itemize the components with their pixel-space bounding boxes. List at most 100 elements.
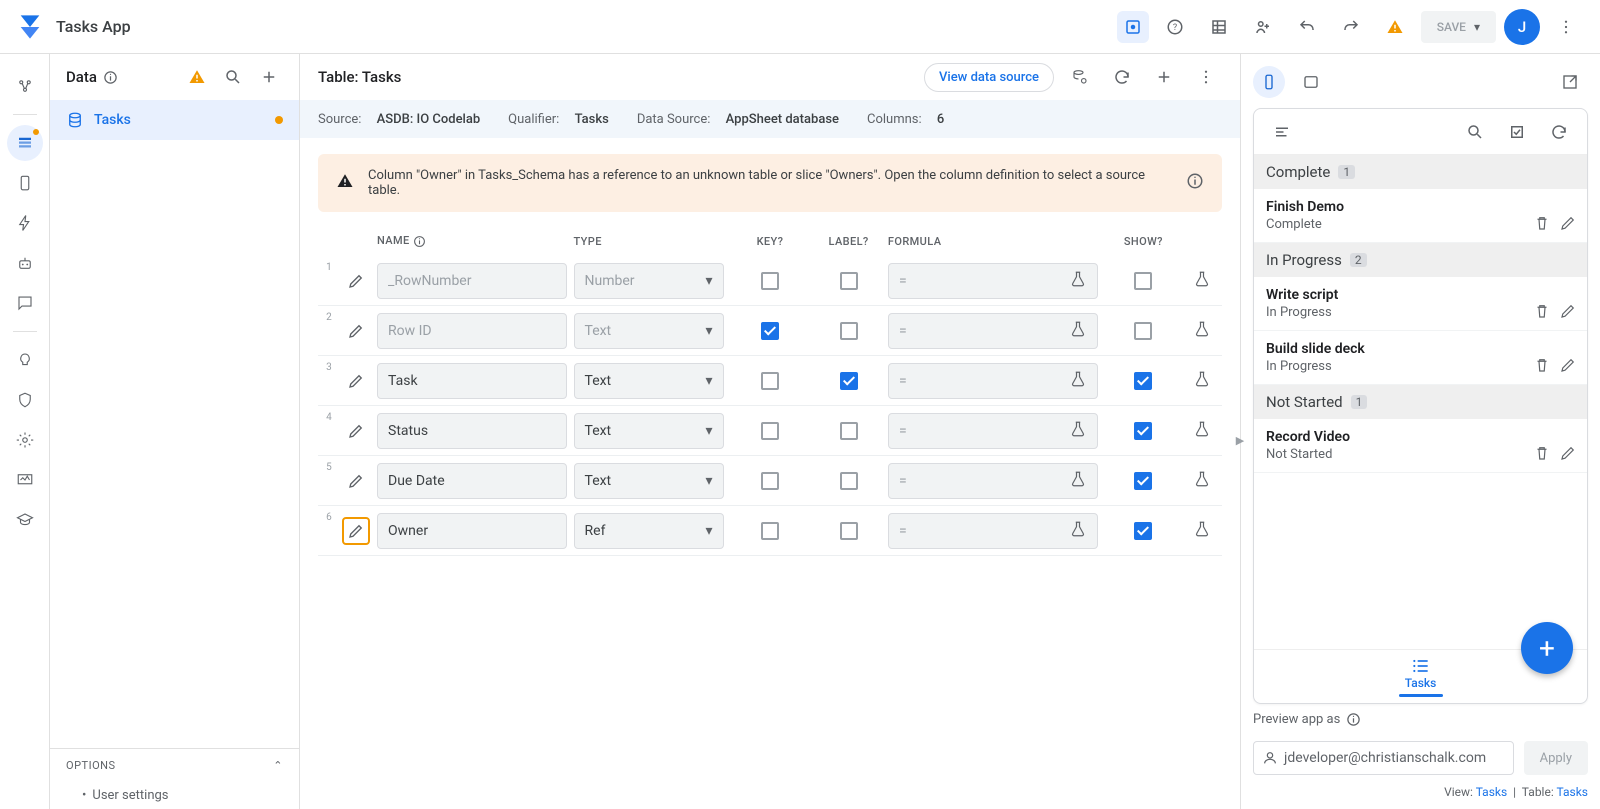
edit-icon[interactable] (1559, 302, 1577, 324)
avatar[interactable]: J (1504, 9, 1540, 45)
security-nav-icon[interactable] (7, 382, 43, 418)
warning-icon[interactable] (1377, 9, 1413, 45)
chat-nav-icon[interactable] (7, 285, 43, 321)
beaker-icon[interactable] (1193, 370, 1211, 392)
preview-email-input[interactable]: jdeveloper@christianschalk.com (1253, 741, 1514, 775)
edit-column-button[interactable] (342, 267, 370, 295)
data-warning-icon[interactable] (183, 63, 211, 91)
column-name-field[interactable]: Owner (377, 513, 567, 549)
add-column-icon[interactable] (1148, 61, 1180, 93)
key-checkbox[interactable] (761, 472, 779, 490)
show-checkbox[interactable] (1134, 372, 1152, 390)
fab-add-button[interactable]: + (1521, 622, 1573, 674)
column-type-select[interactable]: Text▾ (574, 463, 724, 499)
open-preview-icon[interactable] (1552, 64, 1588, 100)
key-checkbox[interactable] (761, 422, 779, 440)
column-name-field[interactable]: Row ID (377, 313, 567, 349)
info-icon[interactable] (1186, 172, 1204, 194)
hamburger-icon[interactable] (1266, 116, 1298, 148)
connections-icon[interactable] (7, 68, 43, 104)
beaker-icon[interactable] (1193, 520, 1211, 542)
expand-preview-icon[interactable]: ▶ (1231, 432, 1249, 450)
learn-nav-icon[interactable] (7, 502, 43, 538)
apply-button[interactable]: Apply (1524, 741, 1588, 775)
column-type-select[interactable]: Number▾ (574, 263, 724, 299)
view-data-source-button[interactable]: View data source (924, 63, 1054, 92)
formula-field[interactable]: = (888, 263, 1098, 299)
show-checkbox[interactable] (1134, 322, 1152, 340)
actions-nav-icon[interactable] (7, 205, 43, 241)
help-icon[interactable]: ? (1157, 9, 1193, 45)
select-all-icon[interactable] (1501, 116, 1533, 148)
add-table-icon[interactable] (255, 63, 283, 91)
configure-source-icon[interactable] (1064, 61, 1096, 93)
column-name-field[interactable]: Due Date (377, 463, 567, 499)
data-nav-icon[interactable] (7, 125, 43, 161)
key-checkbox[interactable] (761, 322, 779, 340)
more-vert-icon[interactable] (1548, 9, 1584, 45)
task-item[interactable]: Record VideoNot Started (1254, 419, 1587, 473)
delete-icon[interactable] (1533, 302, 1551, 324)
regenerate-icon[interactable] (1106, 61, 1138, 93)
label-checkbox[interactable] (840, 372, 858, 390)
automation-nav-icon[interactable] (7, 245, 43, 281)
edit-column-button[interactable] (342, 467, 370, 495)
column-type-select[interactable]: Text▾ (574, 363, 724, 399)
beaker-icon[interactable] (1193, 470, 1211, 492)
redo-icon[interactable] (1333, 9, 1369, 45)
label-checkbox[interactable] (840, 522, 858, 540)
show-checkbox[interactable] (1134, 422, 1152, 440)
column-type-select[interactable]: Text▾ (574, 413, 724, 449)
column-name-field[interactable]: Task (377, 363, 567, 399)
formula-field[interactable]: = (888, 363, 1098, 399)
column-type-select[interactable]: Ref▾ (574, 513, 724, 549)
column-name-field[interactable]: Status (377, 413, 567, 449)
tablet-preview-icon[interactable] (1293, 64, 1329, 100)
edit-icon[interactable] (1559, 444, 1577, 466)
formula-field[interactable]: = (888, 313, 1098, 349)
bottom-tab-label[interactable]: Tasks (1405, 676, 1437, 690)
more-icon[interactable] (1190, 61, 1222, 93)
monitor-nav-icon[interactable] (7, 462, 43, 498)
footer-view-link[interactable]: Tasks (1476, 785, 1508, 799)
user-settings-row[interactable]: • User settings (50, 781, 299, 809)
group-header[interactable]: Complete1 (1254, 155, 1587, 189)
key-checkbox[interactable] (761, 372, 779, 390)
label-checkbox[interactable] (840, 322, 858, 340)
key-checkbox[interactable] (761, 522, 779, 540)
delete-icon[interactable] (1533, 356, 1551, 378)
refresh-icon[interactable] (1543, 116, 1575, 148)
options-header[interactable]: OPTIONS ⌃ (50, 749, 299, 781)
edit-column-button[interactable] (342, 417, 370, 445)
feedback-icon[interactable] (1117, 11, 1149, 43)
group-header[interactable]: Not Started1 (1254, 385, 1587, 419)
task-item[interactable]: Finish DemoComplete (1254, 189, 1587, 243)
label-checkbox[interactable] (840, 272, 858, 290)
beaker-icon[interactable] (1193, 320, 1211, 342)
grid-icon[interactable] (1201, 9, 1237, 45)
data-table-item[interactable]: Tasks (50, 100, 299, 140)
settings-nav-icon[interactable] (7, 422, 43, 458)
formula-field[interactable]: = (888, 513, 1098, 549)
save-button[interactable]: SAVE▾ (1421, 11, 1496, 43)
share-icon[interactable] (1245, 9, 1281, 45)
formula-field[interactable]: = (888, 463, 1098, 499)
delete-icon[interactable] (1533, 214, 1551, 236)
task-item[interactable]: Build slide deckIn Progress (1254, 331, 1587, 385)
show-checkbox[interactable] (1134, 272, 1152, 290)
group-header[interactable]: In Progress2 (1254, 243, 1587, 277)
show-checkbox[interactable] (1134, 522, 1152, 540)
intelligence-nav-icon[interactable] (7, 342, 43, 378)
edit-column-button[interactable] (342, 367, 370, 395)
undo-icon[interactable] (1289, 9, 1325, 45)
column-name-field[interactable]: _RowNumber (377, 263, 567, 299)
phone-preview-icon[interactable] (1253, 66, 1285, 98)
show-checkbox[interactable] (1134, 472, 1152, 490)
delete-icon[interactable] (1533, 444, 1551, 466)
footer-table-link[interactable]: Tasks (1557, 785, 1589, 799)
search-icon[interactable] (219, 63, 247, 91)
edit-column-button[interactable] (342, 517, 370, 545)
preview-search-icon[interactable] (1459, 116, 1491, 148)
beaker-icon[interactable] (1193, 420, 1211, 442)
edit-icon[interactable] (1559, 214, 1577, 236)
